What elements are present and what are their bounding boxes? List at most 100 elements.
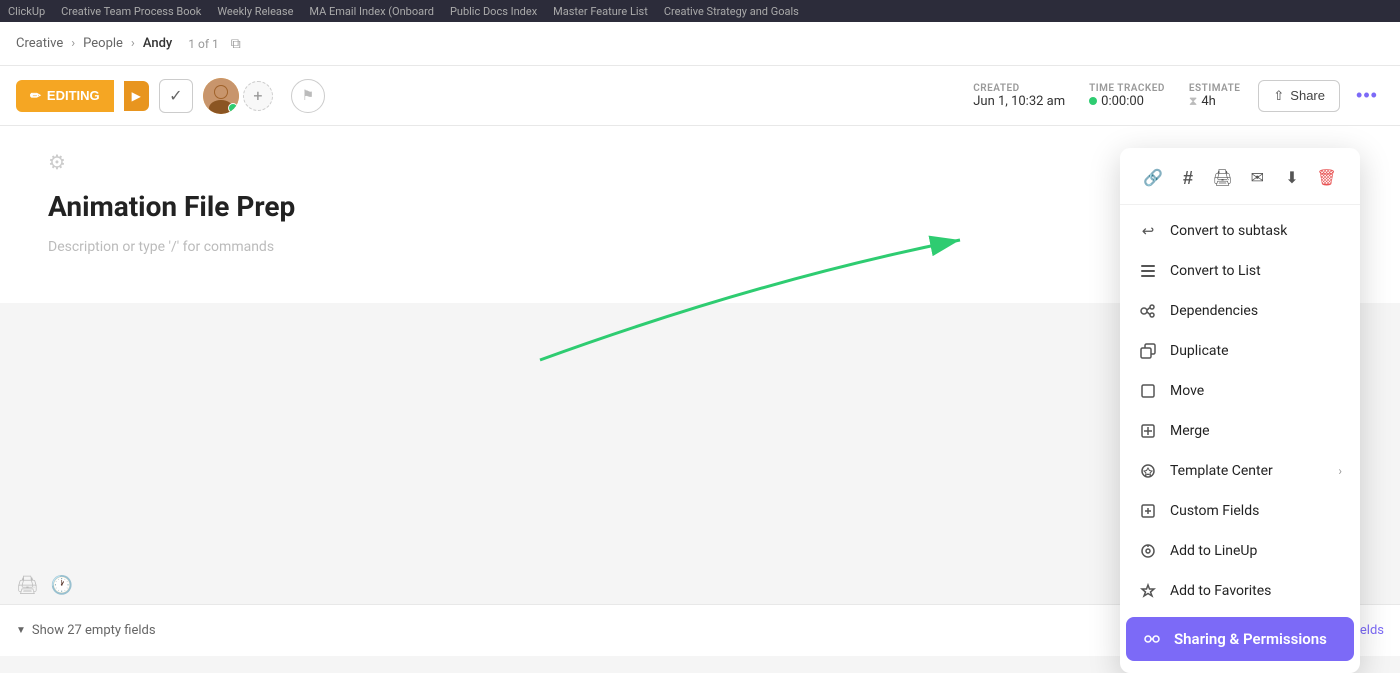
add-favorites-item[interactable]: Add to Favorites [1120, 571, 1360, 611]
show-fields-label: Show 27 empty fields [32, 623, 156, 638]
trash-icon: 🗑 [1316, 168, 1336, 188]
add-lineup-item[interactable]: Add to LineUp [1120, 531, 1360, 571]
breadcrumb-sep-1: › [71, 36, 75, 51]
top-tab-public-docs[interactable]: Public Docs Index [450, 5, 537, 18]
download-icon-btn[interactable]: ⬇ [1276, 162, 1308, 194]
breadcrumb-people[interactable]: People [83, 36, 123, 51]
check-icon: ✓ [169, 86, 182, 106]
meta-time-tracked: TIME TRACKED 0:00:00 [1089, 83, 1165, 109]
link-icon-btn[interactable]: 🔗 [1137, 162, 1169, 194]
email-icon: ✉ [1251, 168, 1264, 188]
flag-icon: ⚑ [302, 87, 315, 104]
more-dots-icon: ••• [1356, 85, 1378, 106]
breadcrumb-sep-2: › [131, 36, 135, 51]
time-tracked-label: TIME TRACKED [1089, 83, 1165, 94]
add-lineup-icon [1138, 541, 1158, 561]
top-tab-weekly-release[interactable]: Weekly Release [217, 5, 293, 18]
email-icon-btn[interactable]: ✉ [1241, 162, 1273, 194]
add-favorites-icon [1138, 581, 1158, 601]
merge-label: Merge [1170, 423, 1342, 439]
toolbar: ✏ EDITING ▶ ✓ + ⚑ CREATED Jun 1, 10:32 a [0, 66, 1400, 126]
print-page-icon[interactable]: 🖨 [16, 575, 39, 596]
estimate-value: ⧗ 4h [1189, 94, 1240, 109]
copy-link-icon[interactable]: ⧉ [231, 36, 241, 52]
convert-subtask-icon: ↩ [1138, 221, 1158, 241]
convert-subtask-item[interactable]: ↩ Convert to subtask [1120, 211, 1360, 251]
estimate-label: ESTIMATE [1189, 83, 1240, 94]
add-favorites-label: Add to Favorites [1170, 583, 1342, 599]
link-icon: 🔗 [1143, 168, 1163, 188]
breadcrumb-andy[interactable]: Andy [143, 36, 172, 51]
top-tab-creative-team[interactable]: Creative Team Process Book [61, 5, 201, 18]
dropdown-menu: 🔗 # 🖨 ✉ ⬇ 🗑 ↩ Convert to subtask [1120, 148, 1360, 673]
template-center-icon [1138, 461, 1158, 481]
meta-estimate: ESTIMATE ⧗ 4h [1189, 83, 1240, 109]
custom-fields-item[interactable]: Custom Fields [1120, 491, 1360, 531]
editing-pencil-icon: ✏ [30, 88, 41, 104]
top-tab-ma-email[interactable]: MA Email Index (Onboard [309, 5, 434, 18]
flag-button[interactable]: ⚑ [291, 79, 325, 113]
bottom-toolbar-icons: 🖨 🕐 [16, 575, 73, 596]
template-center-item[interactable]: Template Center › [1120, 451, 1360, 491]
top-tab-master-feature[interactable]: Master Feature List [553, 5, 648, 18]
show-fields-button[interactable]: ▼ Show 27 empty fields [16, 623, 156, 638]
time-tracked-value: 0:00:00 [1089, 94, 1165, 109]
avatar-group: + [203, 78, 273, 114]
print-icon: 🖨 [1212, 168, 1232, 188]
share-button[interactable]: ⇧ Share [1258, 80, 1340, 112]
merge-icon [1138, 421, 1158, 441]
avatar-online-dot [228, 103, 238, 113]
template-center-label: Template Center [1170, 463, 1326, 479]
chevron-down-icon: ▼ [16, 625, 26, 636]
move-item[interactable]: Move [1120, 371, 1360, 411]
convert-list-item[interactable]: Convert to List [1120, 251, 1360, 291]
move-icon [1138, 381, 1158, 401]
breadcrumb-count: 1 of 1 [188, 37, 218, 51]
dependencies-icon [1138, 301, 1158, 321]
duplicate-item[interactable]: Duplicate [1120, 331, 1360, 371]
add-member-button[interactable]: + [243, 81, 273, 111]
custom-fields-label: Custom Fields [1170, 503, 1342, 519]
created-label: CREATED [973, 83, 1065, 94]
sharing-icon [1142, 629, 1162, 649]
convert-list-icon [1138, 261, 1158, 281]
convert-list-label: Convert to List [1170, 263, 1342, 279]
hash-icon: # [1183, 168, 1193, 189]
more-options-button[interactable]: ••• [1350, 79, 1384, 113]
share-icon: ⇧ [1273, 88, 1284, 104]
dropdown-items: ↩ Convert to subtask Convert to List [1120, 205, 1360, 673]
hash-icon-btn[interactable]: # [1172, 162, 1204, 194]
editing-dropdown-button[interactable]: ▶ [124, 81, 149, 111]
trash-icon-btn[interactable]: 🗑 [1311, 162, 1343, 194]
created-value: Jun 1, 10:32 am [973, 94, 1065, 109]
sharing-label: Sharing & Permissions [1174, 630, 1338, 648]
meta-section: CREATED Jun 1, 10:32 am TIME TRACKED 0:0… [965, 79, 1248, 113]
avatar [203, 78, 239, 114]
history-icon[interactable]: 🕐 [51, 575, 73, 596]
breadcrumb-creative[interactable]: Creative [16, 36, 63, 51]
download-icon: ⬇ [1285, 168, 1298, 188]
sharing-permissions-item[interactable]: Sharing & Permissions [1126, 617, 1354, 661]
convert-subtask-label: Convert to subtask [1170, 223, 1342, 239]
dropdown-icon-bar: 🔗 # 🖨 ✉ ⬇ 🗑 [1120, 148, 1360, 205]
estimate-clock-icon: ⧗ [1189, 94, 1197, 109]
top-tab-creative-strategy[interactable]: Creative Strategy and Goals [664, 5, 799, 18]
dependencies-label: Dependencies [1170, 303, 1342, 319]
add-lineup-label: Add to LineUp [1170, 543, 1342, 559]
print-icon-btn[interactable]: 🖨 [1207, 162, 1239, 194]
check-button[interactable]: ✓ [159, 79, 193, 113]
template-center-chevron: › [1338, 464, 1342, 478]
dependencies-item[interactable]: Dependencies [1120, 291, 1360, 331]
meta-created: CREATED Jun 1, 10:32 am [973, 83, 1065, 109]
top-tabs-bar: ClickUp Creative Team Process Book Weekl… [0, 0, 1400, 22]
merge-item[interactable]: Merge [1120, 411, 1360, 451]
top-tab-clickup[interactable]: ClickUp [8, 5, 45, 18]
move-label: Move [1170, 383, 1342, 399]
duplicate-icon [1138, 341, 1158, 361]
custom-fields-icon [1138, 501, 1158, 521]
share-label: Share [1290, 88, 1325, 103]
breadcrumb-bar: Creative › People › Andy 1 of 1 ⧉ [0, 22, 1400, 66]
editing-button[interactable]: ✏ EDITING [16, 80, 114, 112]
duplicate-label: Duplicate [1170, 343, 1342, 359]
time-tracking-dot [1089, 97, 1097, 105]
